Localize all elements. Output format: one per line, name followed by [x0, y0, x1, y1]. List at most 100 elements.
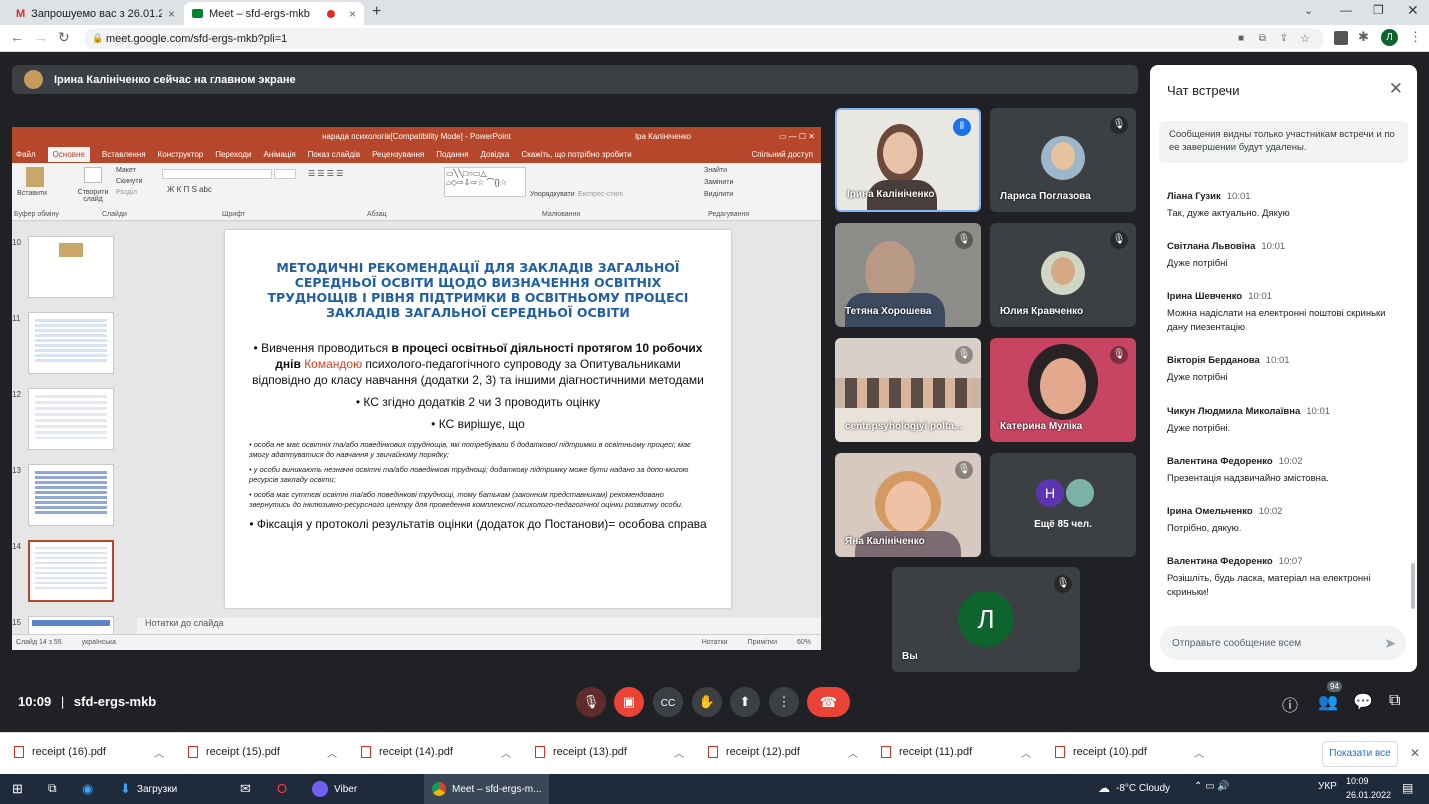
self-tile[interactable]: Л 🎙 Вы — [892, 567, 1080, 672]
close-icon[interactable]: ✕ — [1389, 79, 1403, 99]
forward-icon[interactable]: → — [34, 29, 48, 45]
clock-date[interactable]: 26.01.2022 — [1346, 790, 1391, 800]
chevron-up-icon[interactable]: ︿ — [154, 745, 164, 760]
download-item[interactable]: receipt (16).pdf — [14, 746, 106, 758]
thumb-number: 12 — [12, 390, 21, 399]
meeting-info: 10:09 | sfd-ergs-mkb — [18, 694, 156, 709]
show-all-button[interactable]: Показати все — [1322, 741, 1398, 767]
recording-icon — [326, 9, 335, 18]
layout-label: Макет — [116, 167, 136, 174]
url-field[interactable]: 🔒 meet.google.com/sfd-ergs-mkb?pli=1 ■ ⧉… — [84, 28, 1324, 49]
participant-tile[interactable]: 🎙 Тетяна Хорошева — [835, 223, 981, 327]
profile-avatar[interactable]: Л — [1381, 29, 1398, 46]
message-author: Чикун Людмила Миколаївна — [1167, 406, 1301, 417]
participant-tile[interactable]: 🎙 Лариса Поглазова — [990, 108, 1136, 212]
chevron-up-icon[interactable]: ︿ — [848, 745, 858, 760]
bullet-text: • Вивчення проводиться — [253, 341, 392, 355]
bookmark-star-icon[interactable]: ☆ — [1300, 32, 1310, 45]
windows-start-icon[interactable]: ⊞ — [12, 781, 23, 797]
download-filename: receipt (16).pdf — [32, 746, 106, 758]
download-item[interactable]: receipt (11).pdf — [881, 746, 972, 758]
chat-scrollbar[interactable] — [1411, 563, 1415, 609]
camera-icon[interactable]: ■ — [1238, 33, 1244, 44]
slide-thumbnail — [28, 464, 114, 526]
edge-icon[interactable]: ◉ — [82, 781, 93, 797]
chevron-up-icon[interactable]: ︿ — [327, 745, 337, 760]
meeting-details-icon[interactable]: ⓘ — [1282, 692, 1298, 716]
chevron-up-icon[interactable]: ︿ — [1194, 745, 1204, 760]
participant-tile[interactable]: 🎙 Яна Калініченко — [835, 453, 981, 557]
font-size-box — [274, 169, 296, 179]
camera-toggle-button[interactable]: ▣ — [614, 687, 644, 717]
new-tab-button[interactable]: + — [372, 3, 381, 21]
message-time: 10:07 — [1278, 556, 1303, 567]
more-participants-tile[interactable]: Н Ещё 85 чел. — [990, 453, 1136, 557]
end-call-button[interactable]: ☎ — [807, 687, 850, 717]
chat-icon[interactable]: 💬 — [1353, 692, 1373, 712]
raise-hand-button[interactable]: ✋ — [692, 687, 722, 717]
download-item[interactable]: receipt (12).pdf — [708, 746, 800, 758]
opera-icon[interactable]: O — [277, 781, 287, 796]
captions-button[interactable]: CC — [653, 687, 683, 717]
participant-tile[interactable]: 🎙 Катерина Муліка — [990, 338, 1136, 442]
tab-search-icon[interactable]: ⌄ — [1304, 4, 1313, 17]
message-text: Дуже потрібні — [1167, 258, 1228, 269]
close-icon[interactable]: ✕ — [1410, 746, 1420, 760]
taskbar-label: Meet – sfd-ergs-m... — [452, 783, 542, 795]
close-tab-icon[interactable]: × — [168, 7, 175, 21]
weather-widget[interactable]: ☁ -8°C Cloudy — [1098, 781, 1170, 795]
participant-tile[interactable]: 🎙 centr.psyhologiyi polta... — [835, 338, 981, 442]
taskbar-label: Загрузки — [136, 783, 178, 795]
clock-time[interactable]: 10:09 — [1346, 776, 1369, 786]
participant-tile[interactable]: 🎙 Юлия Кравченко — [990, 223, 1136, 327]
close-window-icon[interactable]: ✕ — [1407, 2, 1419, 19]
mic-off-icon: 🎙 — [1110, 116, 1128, 134]
taskbar-label: Viber — [334, 783, 358, 795]
ppt-tab: Показ слайдів — [307, 149, 361, 159]
mail-icon[interactable]: ✉ — [240, 781, 251, 797]
translate-icon[interactable]: ⧉ — [1259, 33, 1266, 44]
people-icon[interactable]: 👥 — [1318, 692, 1338, 712]
send-icon[interactable]: ➤ — [1384, 635, 1396, 652]
present-button[interactable]: ⬆ — [730, 687, 760, 717]
task-view-icon[interactable]: ⧉ — [48, 781, 57, 796]
mic-off-icon: 🎙 — [1110, 231, 1128, 249]
chevron-up-icon[interactable]: ︿ — [674, 745, 684, 760]
close-tab-icon[interactable]: × — [349, 7, 356, 21]
taskbar-viber[interactable]: Viber — [312, 781, 357, 797]
download-item[interactable]: receipt (13).pdf — [535, 746, 627, 758]
notifications-icon[interactable]: ▤ — [1402, 781, 1413, 795]
taskbar-chrome[interactable]: Meet – sfd-ergs-m... — [424, 774, 550, 804]
mic-toggle-button[interactable]: 🎙 — [576, 687, 606, 717]
extensions-puzzle-icon[interactable]: ✱ — [1358, 29, 1369, 45]
slide-thumbnail — [28, 236, 114, 298]
browser-menu-icon[interactable]: ⋮ — [1409, 29, 1422, 45]
chevron-up-icon[interactable]: ︿ — [501, 745, 511, 760]
slide-notes: Нотатки до слайда — [137, 618, 821, 634]
share-icon[interactable]: ⇪ — [1280, 33, 1288, 44]
tray-icons[interactable]: ⌃ ▭ 🔊 — [1194, 781, 1230, 792]
taskbar-downloads[interactable]: ⬇ Загрузки — [120, 781, 177, 797]
download-item[interactable]: receipt (15).pdf — [188, 746, 280, 758]
download-item[interactable]: receipt (10).pdf — [1055, 746, 1147, 758]
paragraph-buttons: ☰ ☰ ☰ ☰ — [308, 169, 344, 178]
find-label: Знайти — [704, 167, 728, 174]
tab-meet[interactable]: Meet – sfd-ergs-mkb × — [184, 2, 364, 25]
language-indicator[interactable]: УКР — [1318, 781, 1337, 792]
download-filename: receipt (15).pdf — [206, 746, 280, 758]
ribbon-group-label: Редагування — [708, 211, 750, 218]
maximize-icon[interactable]: ❐ — [1373, 3, 1384, 17]
minimize-icon[interactable]: — — [1340, 3, 1352, 17]
download-item[interactable]: receipt (14).pdf — [361, 746, 453, 758]
participant-tile[interactable]: ⦀ Ірина Калініченко — [835, 108, 981, 212]
tab-gmail[interactable]: M Запрошуемо вас з 26.01.22 на з × — [8, 2, 183, 25]
more-options-button[interactable]: ⋮ — [769, 687, 799, 717]
chat-input[interactable]: Отправьте сообщение всем ➤ — [1160, 626, 1406, 660]
extension-icon[interactable] — [1334, 31, 1348, 45]
chevron-up-icon[interactable]: ︿ — [1021, 745, 1031, 760]
message-author: Валентина Федоренко — [1167, 456, 1273, 467]
activities-icon[interactable]: ⧉ — [1389, 692, 1400, 710]
back-icon[interactable]: ← — [10, 29, 24, 45]
message-text: Потрібно, дякую. — [1167, 523, 1242, 534]
reload-icon[interactable]: ↻ — [58, 29, 70, 46]
